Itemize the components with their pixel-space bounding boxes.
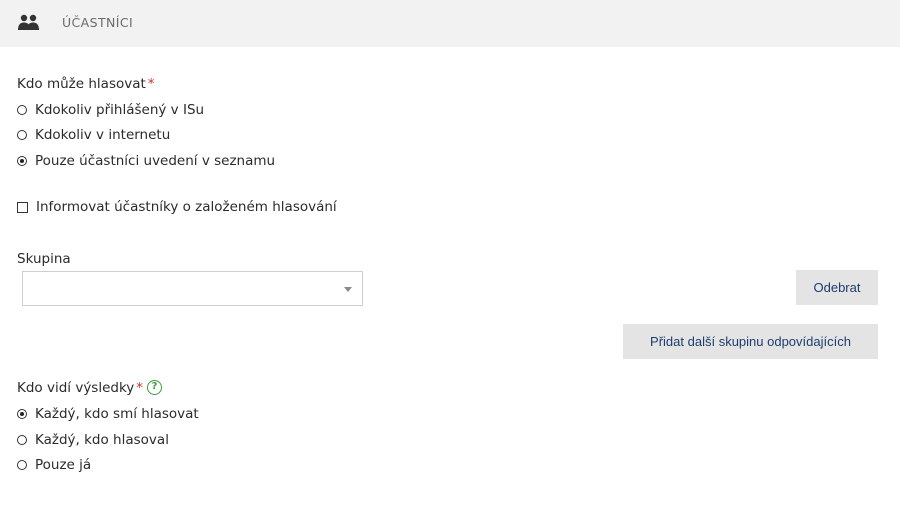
users-icon: [18, 14, 39, 30]
results-option-voters[interactable]: Každý, kdo smí hlasovat: [17, 406, 199, 422]
required-mark: *: [147, 76, 155, 92]
results-option-only-me[interactable]: Pouze já: [17, 457, 91, 473]
notify-label: Informovat účastníky o založeném hlasová…: [36, 199, 337, 215]
option-label: Kdokoliv v internetu: [35, 127, 171, 143]
voters-option-listed[interactable]: Pouze účastníci uvedení v seznamu: [17, 153, 275, 169]
results-label-text: Kdo vidí výsledky: [17, 380, 135, 396]
radio-button-checked[interactable]: [17, 156, 27, 166]
required-mark: *: [136, 380, 144, 396]
notify-participants-option[interactable]: Informovat účastníky o založeném hlasová…: [17, 199, 337, 215]
group-select[interactable]: [22, 271, 363, 306]
question-circle-icon[interactable]: ?: [147, 379, 163, 395]
voters-label-text: Kdo může hlasovat: [17, 76, 146, 92]
option-label: Každý, kdo smí hlasovat: [35, 406, 199, 422]
voters-option-internet[interactable]: Kdokoliv v internetu: [17, 127, 170, 143]
add-group-button[interactable]: Přidat další skupinu odpovídajících: [623, 324, 878, 359]
section-header: ÚČASTNÍCI: [0, 0, 900, 47]
results-label: Kdo vidí výsledky *?: [17, 379, 163, 396]
radio-button-checked[interactable]: [17, 409, 27, 419]
option-label: Každý, kdo hlasoval: [35, 432, 169, 448]
radio-button[interactable]: [17, 435, 27, 445]
results-option-voted[interactable]: Každý, kdo hlasoval: [17, 432, 169, 448]
voters-label: Kdo může hlasovat *: [17, 76, 155, 92]
radio-button[interactable]: [17, 130, 27, 140]
option-label: Kdokoliv přihlášený v ISu: [35, 102, 205, 118]
option-label: Pouze já: [35, 457, 92, 473]
voters-option-isu[interactable]: Kdokoliv přihlášený v ISu: [17, 102, 204, 118]
group-label: Skupina: [17, 251, 71, 267]
chevron-down-icon[interactable]: [344, 287, 352, 292]
remove-group-button[interactable]: Odebrat: [796, 270, 878, 305]
radio-button[interactable]: [17, 460, 27, 470]
notify-checkbox[interactable]: [17, 201, 28, 213]
radio-button[interactable]: [17, 105, 27, 115]
option-label: Pouze účastníci uvedení v seznamu: [35, 153, 276, 169]
section-title: ÚČASTNÍCI: [62, 15, 134, 30]
